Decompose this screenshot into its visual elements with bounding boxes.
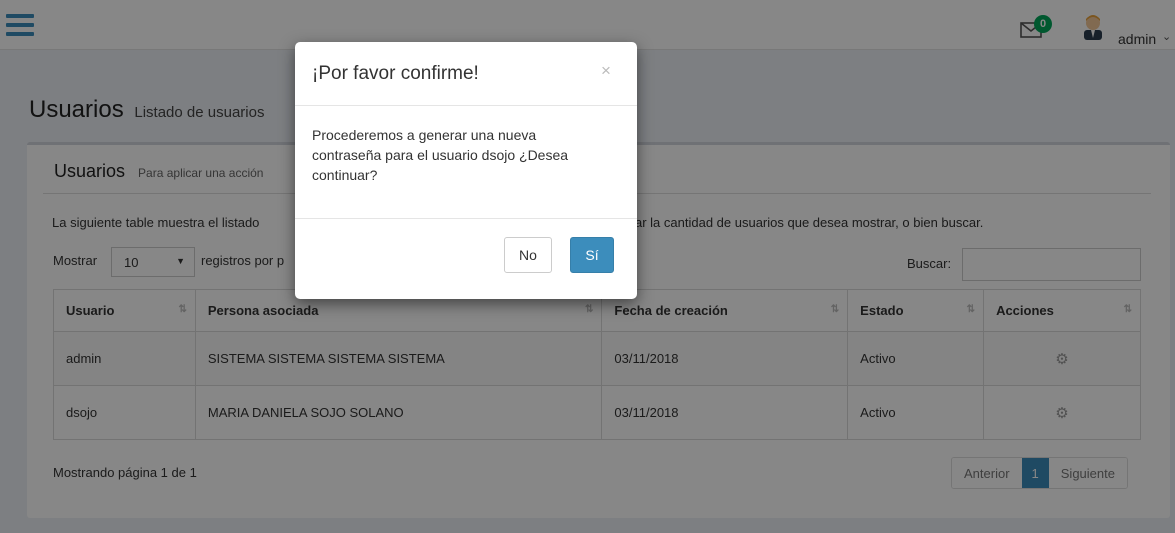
dialog-footer: No Sí	[295, 218, 637, 299]
confirm-dialog: ¡Por favor confirme! × Procederemos a ge…	[295, 42, 637, 299]
close-icon[interactable]: ×	[601, 61, 611, 81]
dialog-message: Procederemos a generar una nueva contras…	[312, 127, 569, 183]
dialog-header: ¡Por favor confirme! ×	[295, 42, 637, 106]
dialog-title: ¡Por favor confirme!	[312, 63, 479, 84]
no-button[interactable]: No	[504, 237, 552, 273]
yes-button[interactable]: Sí	[570, 237, 614, 273]
